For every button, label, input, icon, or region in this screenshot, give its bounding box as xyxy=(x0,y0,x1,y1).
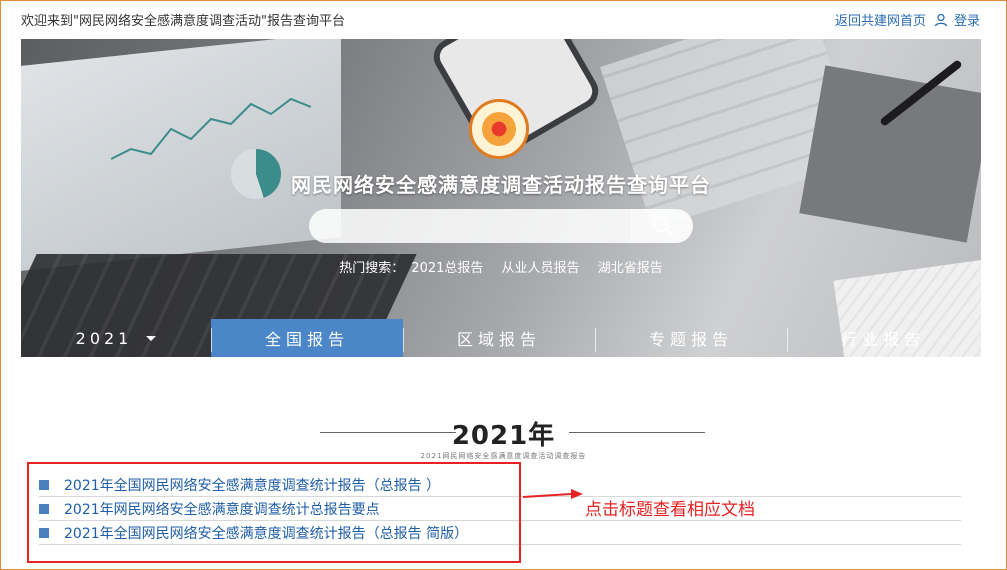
user-icon xyxy=(934,13,948,27)
search-input[interactable] xyxy=(309,209,631,243)
top-right-links: 返回共建网首页 登录 xyxy=(835,10,980,29)
hot-search-item[interactable]: 从业人员报告 xyxy=(502,261,580,276)
search-icon xyxy=(652,216,673,236)
year-subtitle: 2021网民网络安全感满意度调查活动调查报告 xyxy=(420,452,587,460)
banner-title: 网民网络安全感满意度调查活动报告查询平台 xyxy=(291,173,711,197)
hot-search-item[interactable]: 2021总报告 xyxy=(411,261,483,276)
year-title: 2021年 xyxy=(451,421,556,451)
annotation-text: 点击标题查看相应文档 xyxy=(585,500,755,520)
site-logo xyxy=(469,99,529,159)
hot-search: 热门搜索： 2021总报告 从业人员报告 湖北省报告 xyxy=(21,257,981,276)
login-link[interactable]: 登录 xyxy=(954,10,980,29)
hot-search-item[interactable]: 湖北省报告 xyxy=(598,261,663,276)
tab-topical[interactable]: 专题报告 xyxy=(595,319,787,357)
line-chart-image xyxy=(111,97,311,160)
heading-divider-right xyxy=(569,432,705,433)
year-heading: 2021年 xyxy=(1,415,1006,452)
arrow-right-icon xyxy=(522,489,583,499)
tab-industry[interactable]: 行业报告 xyxy=(787,319,979,357)
top-bar: 欢迎来到"网民网络安全感满意度调查活动"报告查询平台 返回共建网首页 登录 xyxy=(1,1,1006,37)
caret-down-icon xyxy=(146,335,157,341)
hot-search-label: 热门搜索： xyxy=(339,261,405,276)
welcome-text: 欢迎来到"网民网络安全感满意度调查活动"报告查询平台 xyxy=(21,14,345,29)
report-tabs: 2021 全国报告 区域报告 专题报告 行业报告 xyxy=(21,319,981,357)
logo-emblem-icon xyxy=(482,112,516,146)
search-box xyxy=(309,209,693,243)
notebook-image xyxy=(799,65,981,243)
home-link[interactable]: 返回共建网首页 xyxy=(835,10,926,29)
year-select[interactable]: 2021 xyxy=(21,319,211,357)
tab-national[interactable]: 全国报告 xyxy=(211,319,403,357)
tab-regional[interactable]: 区域报告 xyxy=(403,319,595,357)
annotation-highlight-box xyxy=(27,462,521,563)
search-button[interactable] xyxy=(631,209,693,243)
heading-divider-left xyxy=(320,432,456,433)
hero-banner: 网民网络安全感满意度调查活动报告查询平台 热门搜索： 2021总报告 从业人员报告… xyxy=(21,39,981,357)
year-select-value: 2021 xyxy=(75,328,133,348)
